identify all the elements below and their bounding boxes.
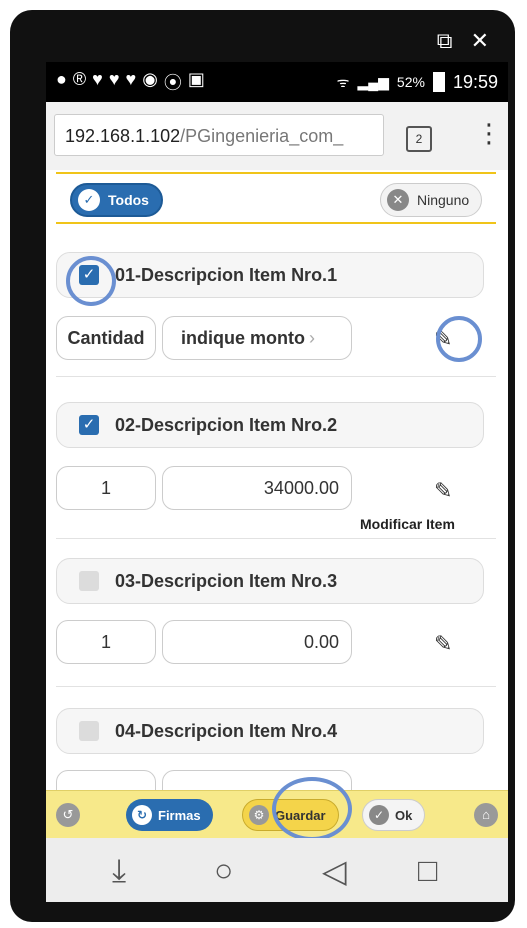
close-icon: ✕ <box>387 189 409 211</box>
signal-icon: ▂▄▆ <box>357 73 389 90</box>
item-header[interactable]: ✓ 02-Descripcion Item Nro.2 <box>56 402 484 448</box>
page-content: ✓ Todos ✕ Ninguno ✓ 01-Descripcion Item … <box>46 170 508 814</box>
notification-icon: ▣ <box>187 69 205 89</box>
gear-icon: ⚙ <box>249 805 269 825</box>
window-controls: ⧉ ✕ <box>437 28 495 54</box>
quantity-input[interactable]: 1 <box>56 620 156 664</box>
item-header[interactable]: ✓ 01-Descripcion Item Nro.1 <box>56 252 484 298</box>
recent-apps-icon[interactable]: □ <box>418 852 437 889</box>
item-title: 01-Descripcion Item Nro.1 <box>115 265 338 285</box>
url-host: 192.168.1.102 <box>65 126 181 146</box>
refresh-icon: ↻ <box>132 805 152 825</box>
firmas-label: Firmas <box>158 807 201 823</box>
amount-input[interactable]: 34000.00 <box>162 466 352 510</box>
check-icon: ✓ <box>369 805 389 825</box>
twitter-icon: ♥ <box>92 69 103 89</box>
ok-label: Ok <box>395 807 413 823</box>
select-all-button[interactable]: ✓ Todos <box>70 183 163 217</box>
firmas-button[interactable]: ↻ Firmas <box>126 799 213 831</box>
browser-toolbar: 192.168.1.102/PGingenieria_com_ 2 ⋮ <box>46 102 508 171</box>
download-icon[interactable]: ⤓ <box>112 852 126 890</box>
whatsapp-icon: ◉ <box>142 69 158 89</box>
item-checkbox[interactable] <box>79 721 99 741</box>
ok-button[interactable]: ✓ Ok <box>362 799 426 831</box>
item-checkbox[interactable] <box>79 571 99 591</box>
status-bar: ● ® ♥ ♥ ♥ ◉ ⦿ ▣ ᯤ ▂▄▆ 52% 19:59 <box>46 62 508 102</box>
wifi-icon: ᯤ <box>336 73 350 90</box>
select-none-label: Ninguno <box>417 192 470 208</box>
browser-screen: 192.168.1.102/PGingenieria_com_ 2 ⋮ ✓ To… <box>46 102 508 902</box>
edit-icon[interactable]: ✎ <box>434 633 456 655</box>
url-field[interactable]: 192.168.1.102/PGingenieria_com_ <box>54 114 384 156</box>
highlight-circle <box>272 777 352 841</box>
clock: 19:59 <box>452 71 498 92</box>
battery-icon <box>432 72 445 92</box>
phone-frame: ⧉ ✕ ● ® ♥ ♥ ♥ ◉ ⦿ ▣ ᯤ ▂▄▆ 52% 19:59 192.… <box>10 10 515 922</box>
home-icon[interactable]: ○ <box>214 852 233 889</box>
back-round-button[interactable]: ↺ <box>56 803 80 827</box>
highlight-circle <box>66 256 116 306</box>
notification-icon: ⦿ <box>163 73 182 93</box>
select-all-label: Todos <box>108 192 149 208</box>
item-title: 02-Descripcion Item Nro.2 <box>115 415 338 435</box>
edit-icon[interactable]: ✎ <box>434 480 456 502</box>
notification-icons: ● ® ♥ ♥ ♥ ◉ ⦿ ▣ <box>56 69 337 95</box>
amount-placeholder: indique monto <box>181 328 305 348</box>
check-icon: ✓ <box>78 189 100 211</box>
home-round-button[interactable]: ⌂ <box>474 803 498 827</box>
amount-input[interactable]: 0.00 <box>162 620 352 664</box>
notification-icon: ● <box>56 69 67 89</box>
menu-icon[interactable]: ⋮ <box>476 118 502 149</box>
amount-input[interactable]: indique monto › <box>162 316 352 360</box>
item-title: 04-Descripcion Item Nro.4 <box>115 721 338 741</box>
item-header[interactable]: 04-Descripcion Item Nro.4 <box>56 708 484 754</box>
divider <box>56 538 496 539</box>
divider <box>56 376 496 377</box>
select-none-button[interactable]: ✕ Ninguno <box>380 183 483 217</box>
footer-toolbar: ↺ ↻ Firmas ⚙ Guardar ✓ Ok ⌂ <box>46 777 508 841</box>
highlight-circle <box>436 316 482 362</box>
close-icon[interactable]: ✕ <box>471 28 495 53</box>
item-title: 03-Descripcion Item Nro.3 <box>115 571 338 591</box>
divider <box>56 686 496 687</box>
filter-bar: ✓ Todos ✕ Ninguno <box>56 172 496 224</box>
expand-icon[interactable]: ⧉ <box>437 28 459 53</box>
quantity-label: Cantidad <box>56 316 156 360</box>
item-header[interactable]: 03-Descripcion Item Nro.3 <box>56 558 484 604</box>
tab-count-button[interactable]: 2 <box>406 126 432 152</box>
twitter-icon: ♥ <box>125 69 137 89</box>
back-icon[interactable]: ◁ <box>322 852 347 890</box>
notification-icon: ® <box>72 69 87 89</box>
url-path: /PGingenieria_com_ <box>180 126 344 146</box>
android-nav-bar: ⤓ ○ ◁ □ <box>46 838 508 902</box>
modify-item-label: Modificar Item <box>360 516 455 532</box>
chevron-right-icon: › <box>308 328 315 348</box>
quantity-input[interactable]: 1 <box>56 466 156 510</box>
twitter-icon: ♥ <box>108 69 120 89</box>
item-checkbox[interactable]: ✓ <box>79 415 99 435</box>
battery-percent: 52% <box>396 74 425 90</box>
